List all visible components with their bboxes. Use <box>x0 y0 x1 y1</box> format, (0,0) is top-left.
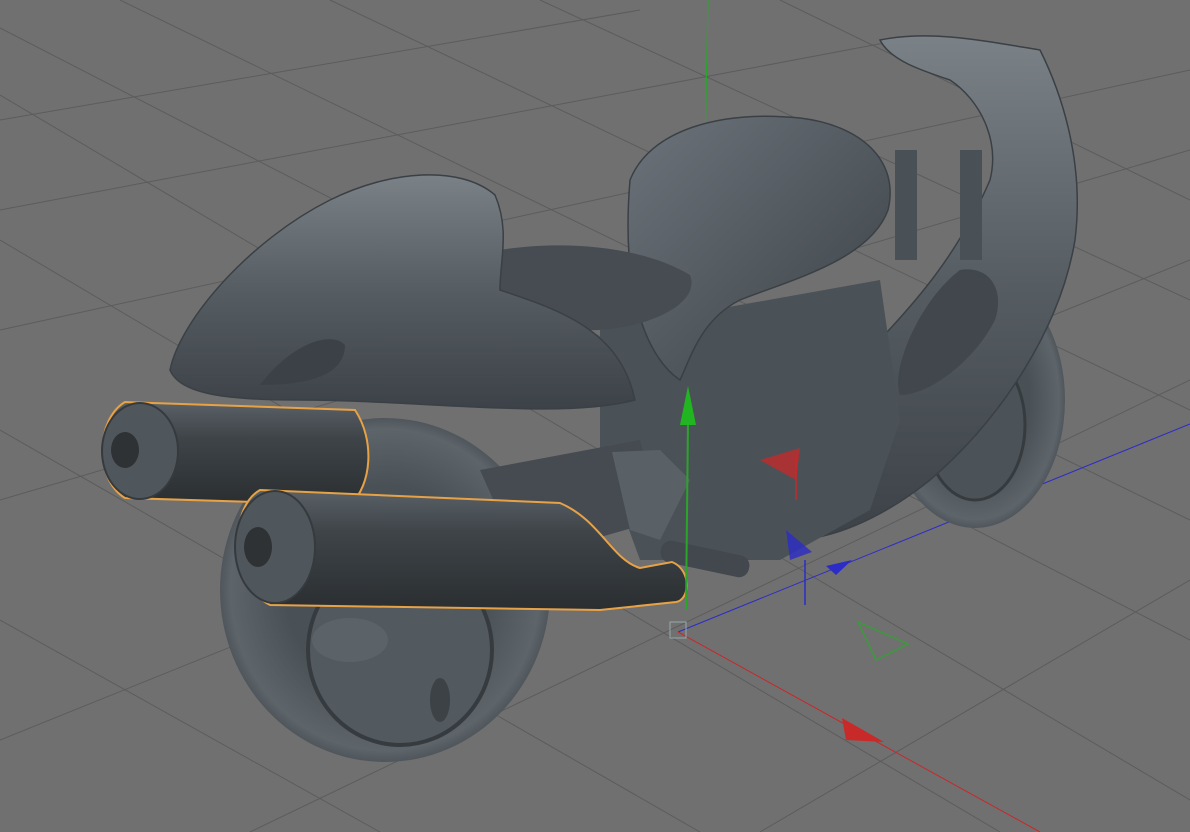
exhaust-muffler-left[interactable] <box>101 400 370 507</box>
rim-spoke-hole <box>430 678 450 722</box>
muffler-left-outlet <box>111 432 139 468</box>
front-fork-right <box>960 150 982 260</box>
front-fork-left <box>895 150 917 260</box>
3d-viewport[interactable] <box>0 0 1190 832</box>
viewport-canvas[interactable] <box>0 0 1190 832</box>
brake-disc <box>312 618 388 662</box>
muffler-right-outlet <box>244 527 272 567</box>
